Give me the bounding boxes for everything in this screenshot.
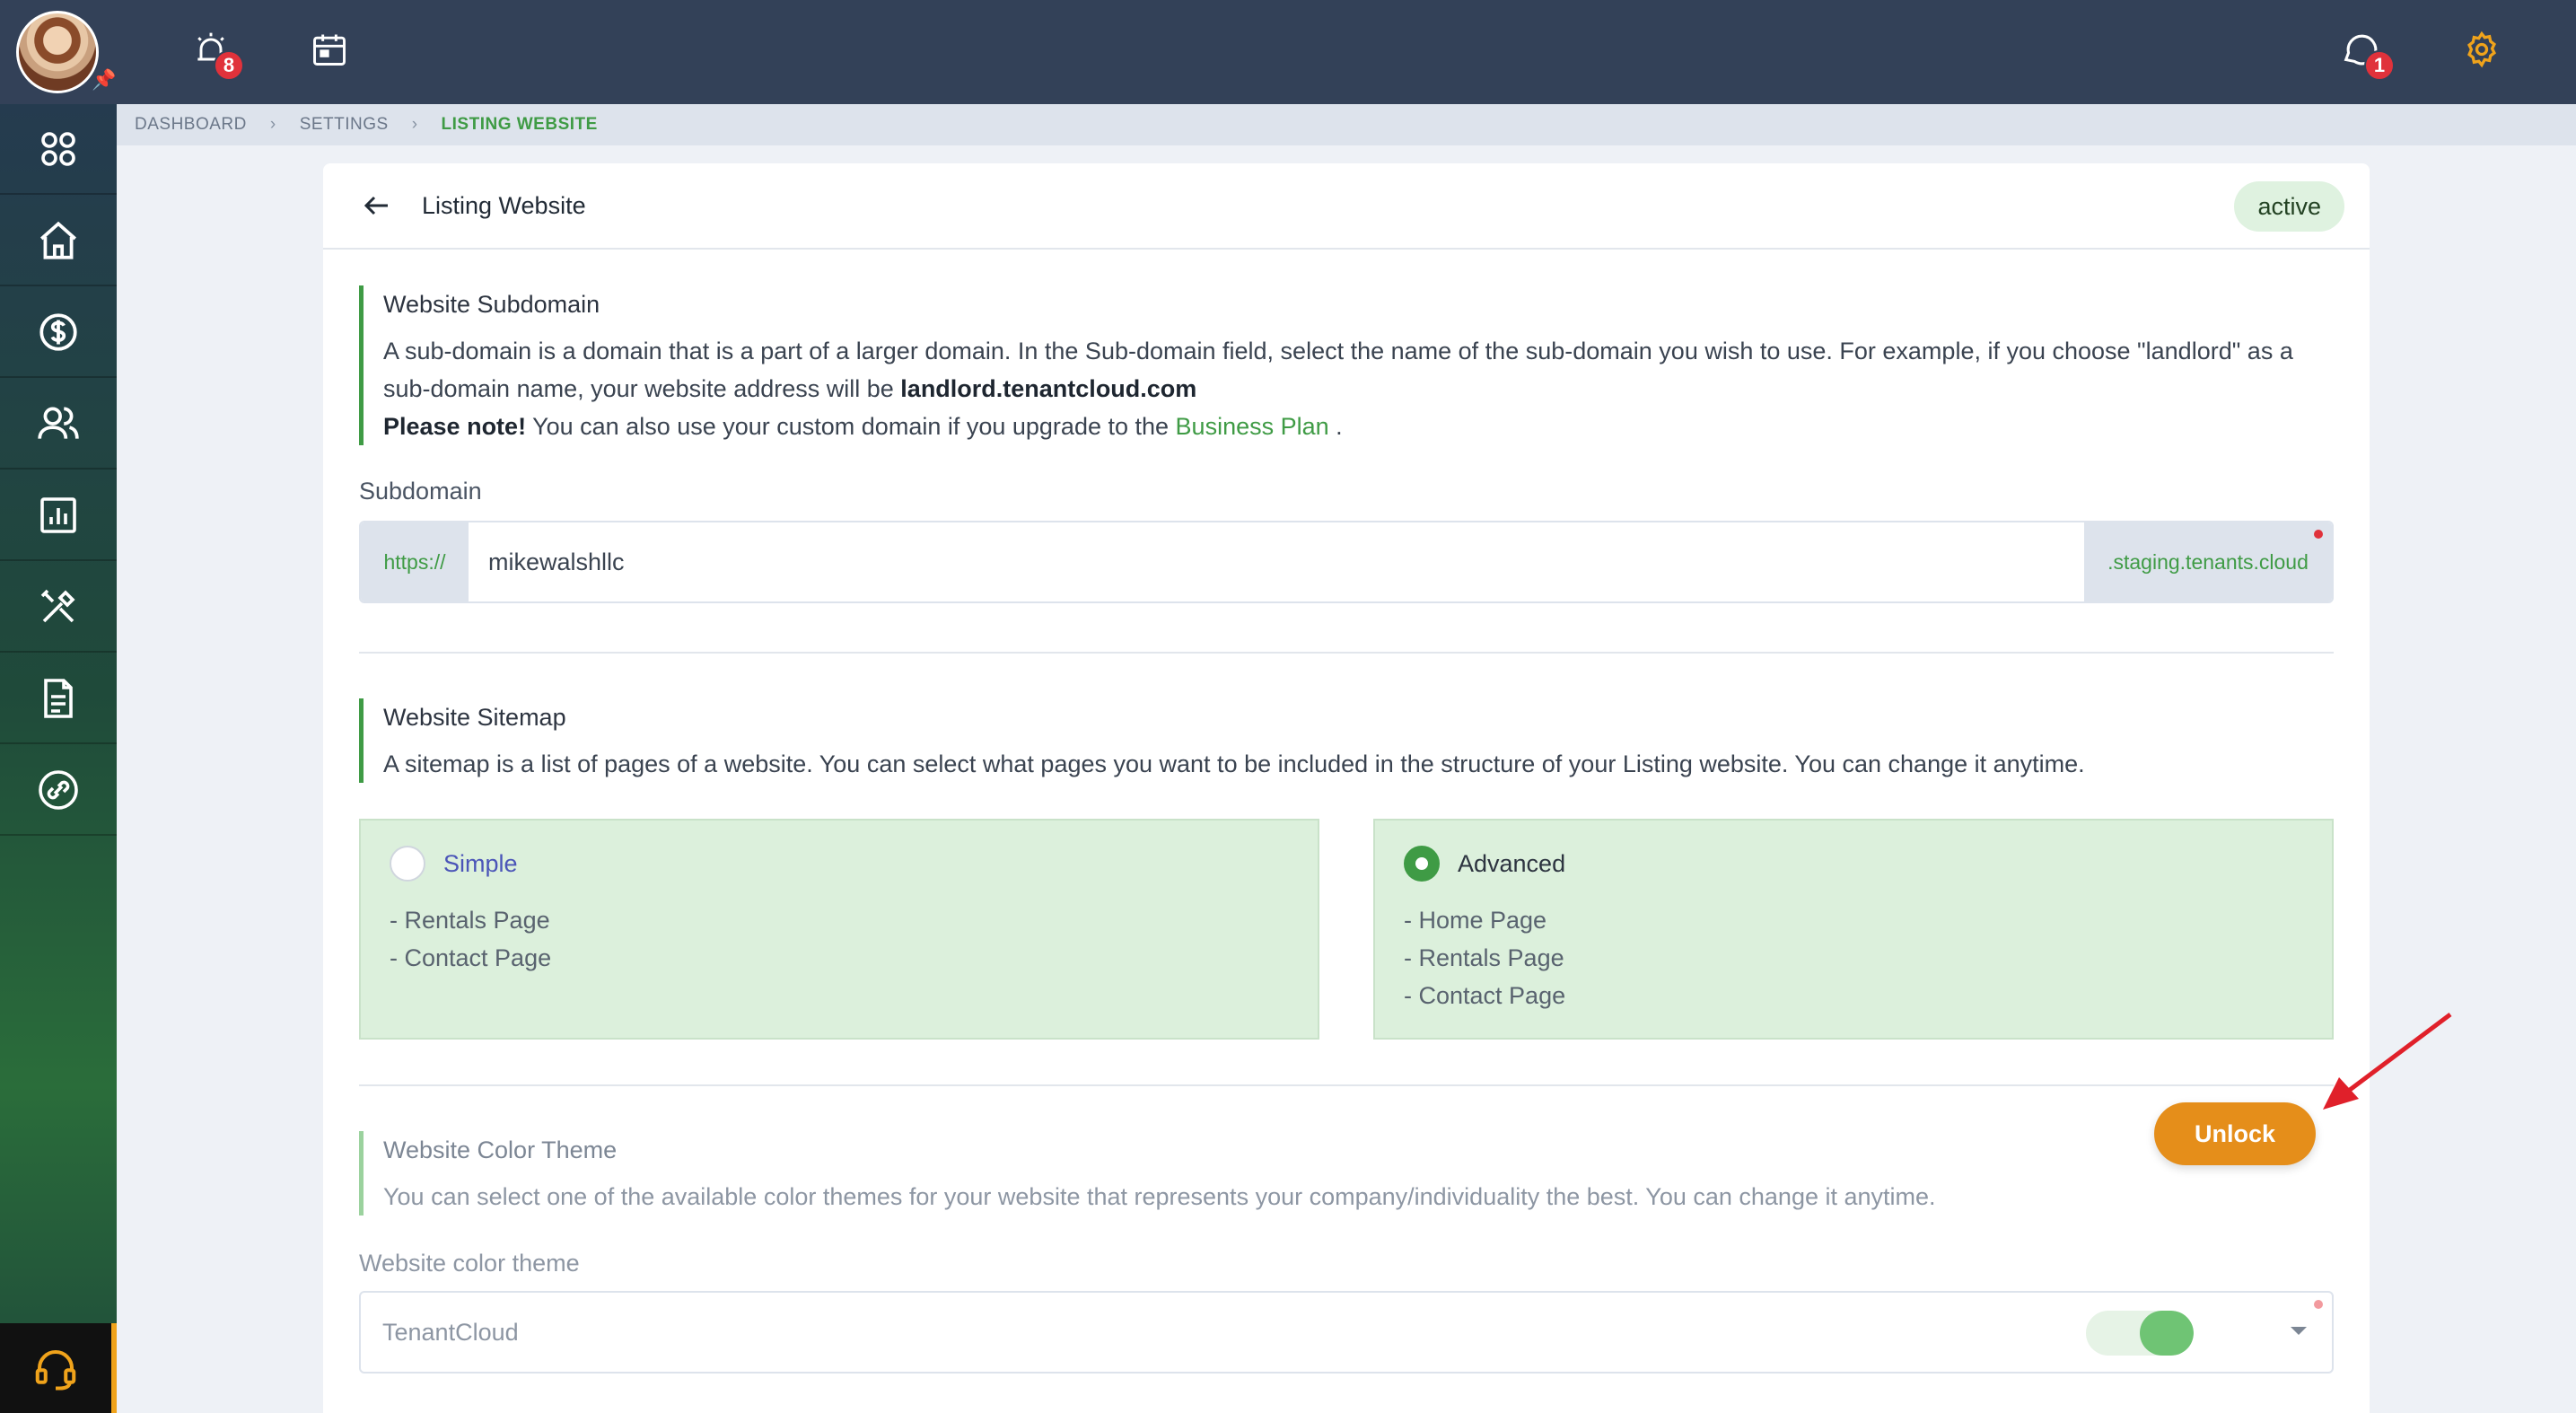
advanced-label: Advanced [1458,849,1566,877]
chevron-down-icon[interactable] [2291,1327,2307,1335]
annotation-arrow-icon [2323,1013,2452,1110]
subdomain-description: A sub-domain is a domain that is a part … [383,338,2293,402]
subdomain-field-row: https:// mikewalshllc .staging.tenants.c… [359,521,2334,603]
users-icon [38,406,79,439]
color-theme-field-wrap: Website color theme [359,1250,2334,1277]
sidebar-nav [0,104,117,1413]
reports-icon [40,496,76,533]
color-theme-info: Website Color Theme You can select one o… [359,1131,2334,1216]
breadcrumb: DASHBOARD › SETTINGS › LISTING WEBSITE [117,104,2576,145]
back-arrow-icon[interactable] [359,188,395,224]
advanced-radio[interactable] [1404,846,1440,882]
advanced-pages-list: - Home Page - Rentals Page - Contact Pag… [1404,901,2303,1014]
color-theme-label: Website color theme [359,1250,580,1277]
page-title: Listing Website [422,191,586,219]
list-item: - Rentals Page [390,907,550,934]
apps-grid-icon [41,131,75,166]
sidebar-item-maintenance[interactable] [0,562,117,653]
sitemap-section: Website Sitemap A sitemap is a list of p… [359,698,2334,783]
url-suffix: .staging.tenants.cloud [2084,522,2332,601]
chevron-right-icon: › [269,115,276,134]
support-button[interactable] [0,1323,117,1413]
color-theme-select[interactable]: TenantCloud [359,1291,2334,1374]
subdomain-heading: Website Subdomain [383,291,600,318]
alarm-bell-icon[interactable]: 8 [188,27,244,81]
subdomain-label: Subdomain [359,478,482,505]
tools-icon [40,589,75,622]
chevron-right-icon: › [411,115,418,134]
subdomain-info: Website Subdomain A sub-domain is a doma… [359,285,2334,445]
sitemap-option-simple[interactable]: Simple - Rentals Page - Contact Page [359,819,1319,1040]
option-head: Simple [390,846,1289,882]
user-avatar[interactable] [16,11,99,93]
headset-icon [35,1349,76,1391]
dollar-icon [39,312,77,351]
breadcrumb-current: LISTING WEBSITE [441,115,598,134]
color-theme-section: Website Color Theme You can select one o… [359,1131,2334,1216]
sitemap-option-advanced[interactable]: Advanced - Home Page - Rentals Page - Co… [1373,819,2334,1040]
url-prefix: https:// [361,522,469,601]
status-badge: active [2234,181,2344,232]
option-head: Advanced [1404,846,2303,882]
unlock-button[interactable]: Unlock [2154,1102,2316,1165]
required-indicator [2314,1300,2323,1309]
subdomain-field-wrap: Subdomain [359,478,2334,505]
document-icon [44,678,73,718]
list-item: - Contact Page [390,944,552,971]
sidebar-item-home[interactable] [0,196,117,286]
listing-website-card: Listing Website active Website Subdomain… [323,163,2370,1413]
sitemap-info: Website Sitemap A sitemap is a list of p… [359,698,2334,783]
list-item: - Rentals Page [1404,944,1564,971]
simple-label: Simple [443,849,518,877]
color-theme-heading: Website Color Theme [383,1137,618,1163]
subdomain-input[interactable]: mikewalshllc [469,522,2084,601]
subdomain-input-group: https:// mikewalshllc .staging.tenants.c… [359,521,2334,603]
list-item: - Contact Page [1404,982,1566,1009]
selected-theme: TenantCloud [382,1318,519,1346]
list-item: - Home Page [1404,907,1547,934]
sitemap-heading: Website Sitemap [383,704,566,731]
chat-icon[interactable]: 1 [2337,27,2395,81]
settings-gear-icon[interactable] [2459,27,2504,72]
pin-icon: 📌 [92,68,117,91]
top-bar: 📌 8 1 [0,0,2576,104]
business-plan-link[interactable]: Business Plan [1176,413,1329,440]
example-domain: landlord.tenantcloud.com [900,375,1197,402]
sidebar-item-links[interactable] [0,745,117,836]
card-header: Listing Website active [323,163,2370,250]
home-icon [40,221,76,259]
breadcrumb-settings[interactable]: SETTINGS [300,115,389,135]
sidebar-item-accounting[interactable] [0,287,117,378]
sidebar-item-users[interactable] [0,379,117,470]
messages-count-badge: 1 [2364,50,2395,81]
simple-radio[interactable] [390,846,425,882]
required-indicator [2314,530,2323,539]
alerts-count-badge: 8 [214,50,244,81]
sidebar-item-apps[interactable] [0,104,117,195]
theme-color-swatch [2086,1311,2194,1356]
simple-pages-list: - Rentals Page - Contact Page [390,901,1289,977]
subdomain-section: Website Subdomain A sub-domain is a doma… [359,285,2334,445]
sitemap-description: A sitemap is a list of pages of a websit… [383,750,2085,777]
sidebar-item-documents[interactable] [0,654,117,744]
upgrade-note: Please note! You can also use your custo… [383,413,1343,440]
calendar-icon[interactable] [307,27,352,72]
breadcrumb-dashboard[interactable]: DASHBOARD [135,115,247,135]
sidebar-item-reports[interactable] [0,470,117,561]
color-theme-description: You can select one of the available colo… [383,1183,1936,1210]
section-divider [359,1084,2334,1086]
section-divider [359,652,2334,654]
link-icon [39,769,78,810]
